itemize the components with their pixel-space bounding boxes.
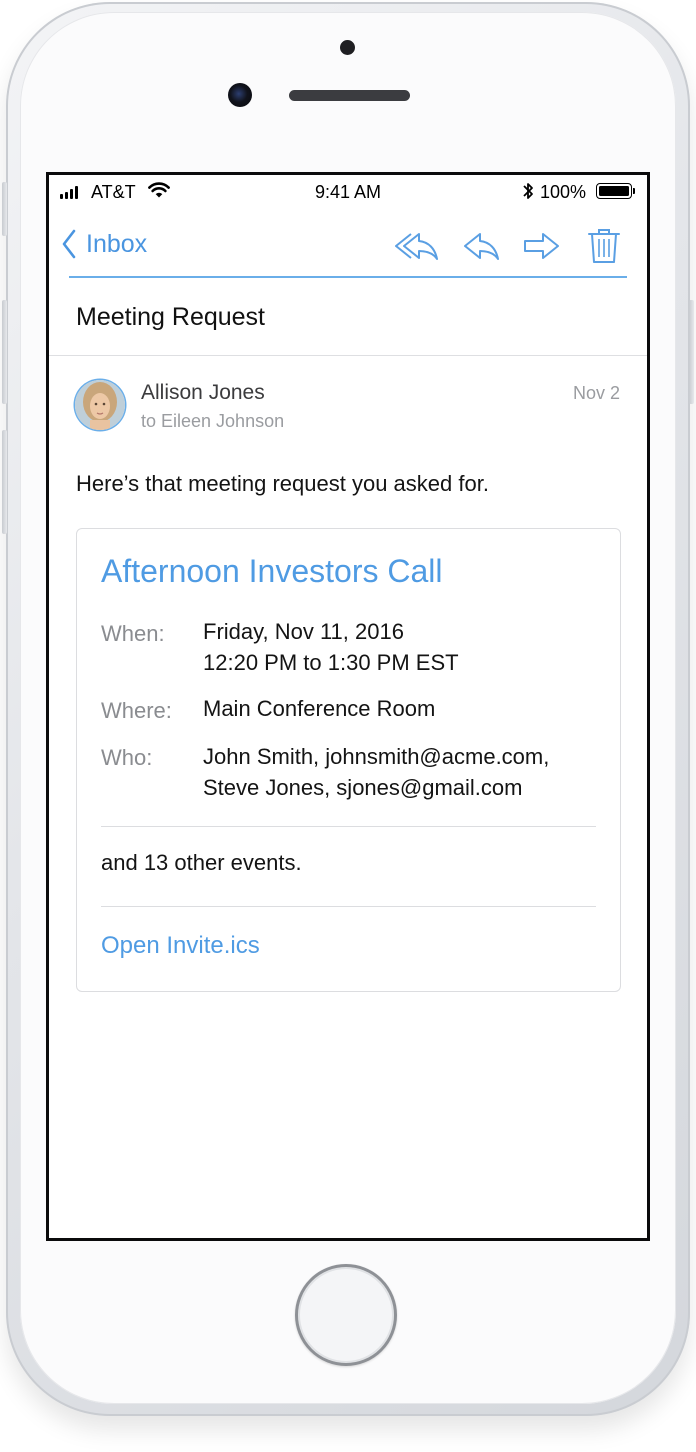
open-invite-link[interactable]: Open Invite.ics [101, 932, 260, 960]
sender-row: Allison Jones to Eileen Johnson Nov 2 [49, 355, 647, 445]
when-value: Friday, Nov 11, 2016 12:20 PM to 1:30 PM… [203, 616, 459, 678]
front-camera [228, 83, 252, 107]
bluetooth-icon [523, 183, 533, 199]
subject-row: Meeting Request [49, 279, 647, 356]
email-date: Nov 2 [572, 383, 620, 403]
screen: AT&T 9:41 AM 100% Inbox Meeting Request … [46, 172, 650, 1241]
status-bar: AT&T 9:41 AM 100% [49, 175, 647, 211]
nav-bar: Inbox [49, 211, 647, 279]
forward-icon[interactable] [523, 231, 561, 261]
reply-all-icon[interactable] [393, 231, 439, 261]
who-label: Who: [101, 745, 153, 770]
trash-icon[interactable] [587, 227, 621, 265]
where-label: Where: [101, 698, 172, 723]
card-divider [101, 906, 596, 907]
reply-icon[interactable] [463, 231, 501, 261]
recipient-line: to Eileen Johnson [141, 411, 285, 431]
volume-down-button [2, 430, 7, 534]
earpiece-speaker [289, 90, 410, 101]
sender-name: Allison Jones [141, 381, 265, 404]
chevron-left-icon [62, 229, 76, 259]
event-title: Afternoon Investors Call [101, 553, 443, 589]
battery-percent: 100% [540, 182, 587, 202]
nav-underline [69, 276, 627, 278]
email-subject: Meeting Request [76, 303, 266, 331]
card-divider [101, 826, 596, 827]
who-line-1: John Smith, johnsmith@acme.com, [203, 744, 550, 769]
who-line-2: Steve Jones, sjones@gmail.com [203, 775, 523, 800]
avatar-photo [75, 380, 125, 430]
who-value: John Smith, johnsmith@acme.com, Steve Jo… [203, 741, 549, 803]
when-date: Friday, Nov 11, 2016 [203, 619, 404, 644]
back-label: Inbox [86, 229, 148, 258]
when-time: 12:20 PM to 1:30 PM EST [203, 650, 459, 675]
volume-up-button [2, 300, 7, 404]
where-value: Main Conference Room [203, 696, 436, 721]
mute-switch [2, 182, 7, 236]
battery-icon [596, 183, 635, 199]
back-button[interactable]: Inbox [61, 228, 147, 260]
home-button[interactable] [295, 1264, 397, 1366]
power-button [689, 300, 694, 404]
proximity-sensor [340, 40, 355, 55]
sender-avatar[interactable] [75, 380, 125, 430]
invite-card: Afternoon Investors Call When: Friday, N… [76, 528, 621, 992]
other-events-text: and 13 other events. [101, 850, 302, 875]
when-label: When: [101, 621, 165, 646]
email-body: Here’s that meeting request you asked fo… [76, 471, 489, 496]
